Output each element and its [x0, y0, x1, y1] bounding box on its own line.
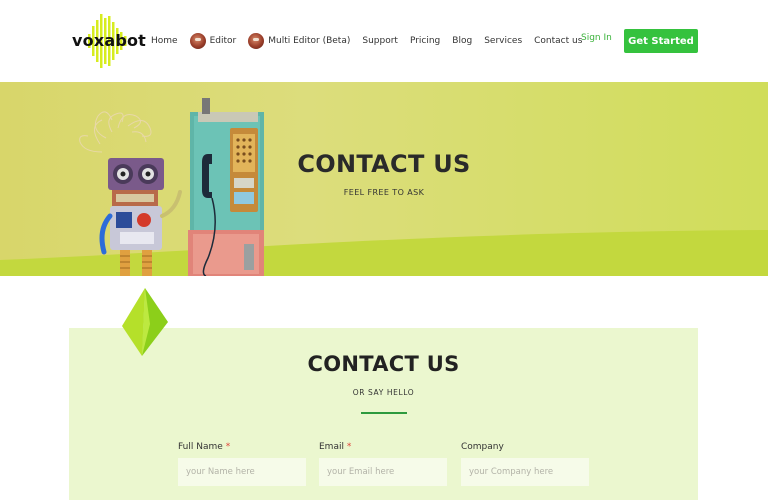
- nav-item-label: Pricing: [409, 36, 441, 46]
- full-name-label-text: Full Name: [178, 442, 223, 452]
- main-nav: Home Editor Multi Editor (Beta) Support Pric…: [151, 30, 594, 52]
- full-name-input[interactable]: [178, 458, 306, 486]
- required-marker: *: [225, 442, 231, 452]
- sign-in-link[interactable]: Sign In: [581, 33, 612, 43]
- avatar-icon: [189, 33, 206, 49]
- title-divider: [361, 412, 407, 414]
- get-started-button[interactable]: Get Started: [624, 29, 698, 53]
- nav-item-support[interactable]: Support: [362, 36, 398, 46]
- nav-item-contact-us[interactable]: Contact us: [534, 36, 582, 46]
- nav-item-label: Multi Editor (Beta): [268, 36, 351, 46]
- full-name-label: Full Name *: [178, 442, 230, 452]
- nav-item-multi-editor-beta[interactable]: Multi Editor (Beta): [248, 33, 350, 49]
- company-label: Company: [461, 442, 504, 452]
- email-input[interactable]: [319, 458, 447, 486]
- email-label-text: Email: [319, 442, 344, 452]
- hero-title: CONTACT US: [297, 150, 471, 178]
- avatar-icon: [248, 33, 265, 49]
- nav-item-label: Blog: [452, 36, 473, 46]
- contact-subtitle: OR SAY HELLO: [352, 388, 415, 397]
- nav-item-label: Home: [151, 36, 178, 46]
- green-crystal-icon: [122, 288, 168, 356]
- nav-item-label: Support: [362, 36, 398, 46]
- nav-item-home[interactable]: Home: [151, 36, 178, 46]
- company-label-text: Company: [461, 442, 504, 452]
- nav-item-label: Contact us: [534, 36, 583, 46]
- company-input[interactable]: [461, 458, 589, 486]
- nav-item-label: Services: [484, 36, 523, 46]
- email-label: Email *: [319, 442, 351, 452]
- hero-subtitle: FEEL FREE TO ASK: [343, 188, 425, 197]
- nav-item-pricing[interactable]: Pricing: [410, 36, 440, 46]
- nav-item-editor[interactable]: Editor: [189, 33, 237, 49]
- site-header: voxabot Home Editor Multi Editor (Beta) Sup…: [0, 0, 768, 82]
- nav-item-label: Editor: [209, 36, 237, 46]
- voxabot-logo[interactable]: voxabot: [72, 14, 146, 68]
- required-marker: *: [346, 442, 352, 452]
- hero-banner: CONTACT US FEEL FREE TO ASK: [0, 82, 768, 276]
- nav-item-services[interactable]: Services: [484, 36, 522, 46]
- robot-payphone-illustration: [79, 98, 264, 276]
- nav-item-blog[interactable]: Blog: [452, 36, 472, 46]
- logo-text: voxabot: [72, 31, 147, 50]
